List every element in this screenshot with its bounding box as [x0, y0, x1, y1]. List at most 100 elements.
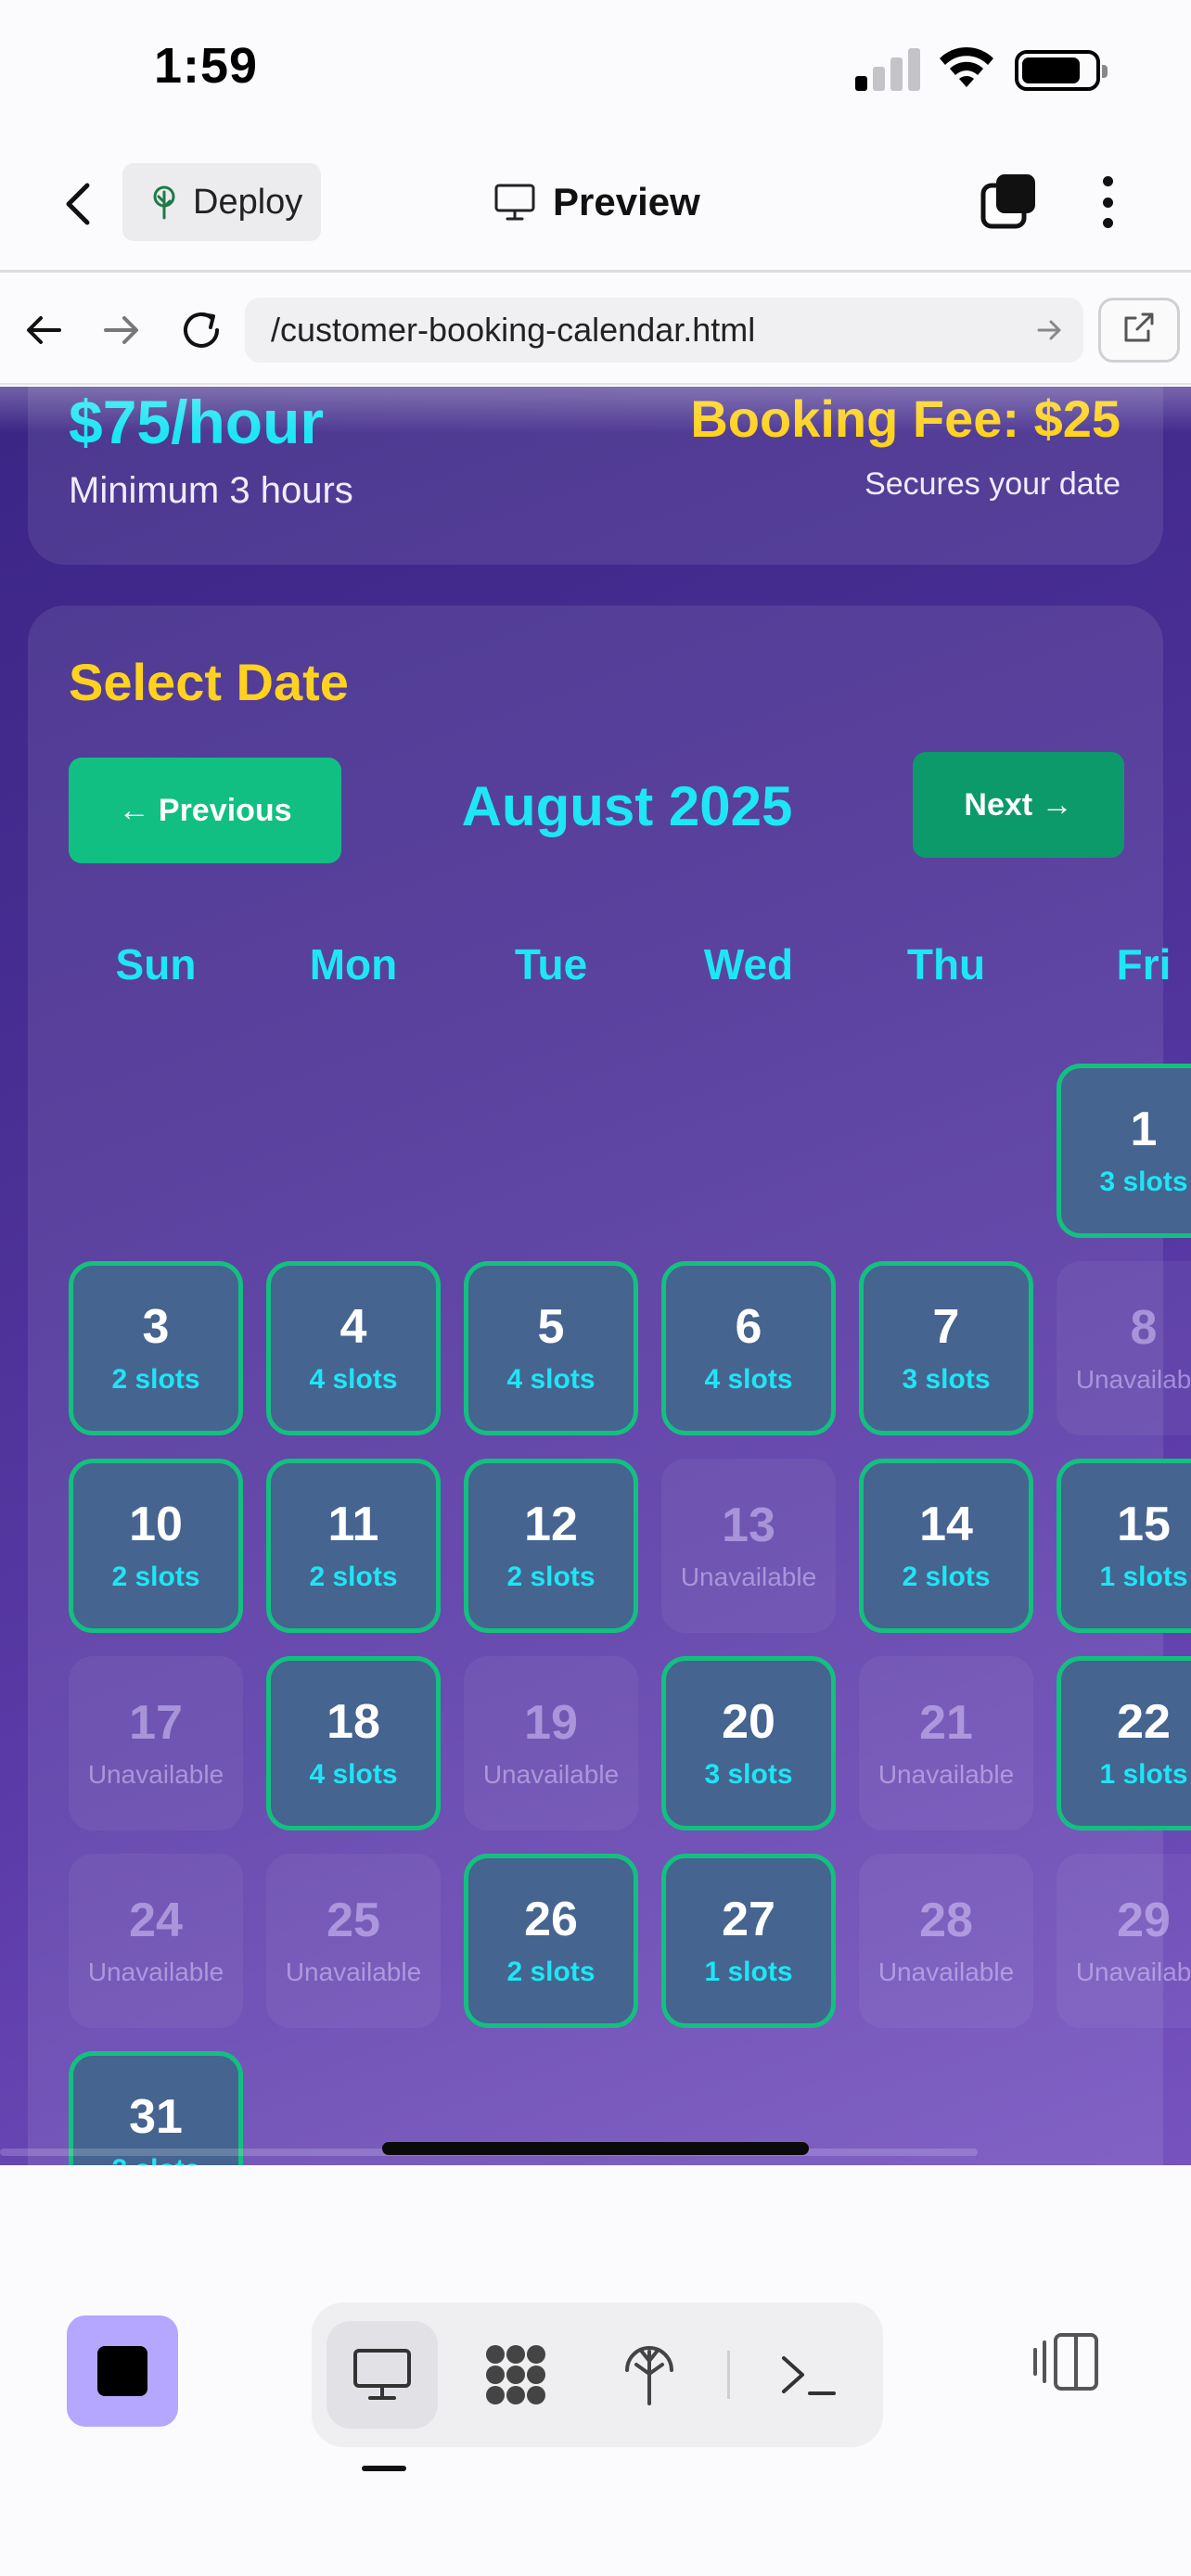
toolbar-divider	[727, 2351, 730, 2399]
day-number: 1	[1130, 1103, 1158, 1156]
reload-icon[interactable]	[174, 303, 228, 357]
day-number: 17	[129, 1696, 183, 1750]
url-field[interactable]: /customer-booking-calendar.html	[245, 298, 1083, 363]
weekday-fri: Fri	[1116, 940, 1172, 988]
minimum-hours: Minimum 3 hours	[69, 470, 353, 511]
unavailable-label: Unavailable	[1075, 1365, 1191, 1394]
calendar-day-3[interactable]: 3 2 slots	[69, 1261, 243, 1435]
day-number: 21	[919, 1696, 973, 1750]
calendar-day-28: 28 Unavailable	[859, 1854, 1033, 2028]
calendar-day-17: 17 Unavailable	[69, 1656, 243, 1830]
day-number: 22	[1117, 1695, 1171, 1749]
weekday-wed: Wed	[703, 940, 794, 988]
unavailable-label: Unavailable	[87, 1760, 224, 1789]
calendar-day-13: 13 Unavailable	[661, 1459, 836, 1633]
view-switcher	[312, 2302, 883, 2447]
calendar-day-7[interactable]: 7 3 slots	[859, 1261, 1033, 1435]
dots-grid-icon	[486, 2345, 545, 2404]
calendar-day-26[interactable]: 26 2 slots	[464, 1854, 638, 2028]
deploy-button[interactable]: Deploy	[122, 163, 321, 241]
hourly-rate: $75/hour	[69, 388, 325, 456]
external-link-icon	[1124, 312, 1154, 342]
day-number: 11	[327, 1498, 379, 1551]
slot-count: 2 slots	[506, 1562, 596, 1592]
panel-toggle-icon	[1033, 2333, 1098, 2391]
unavailable-label: Unavailable	[1075, 1958, 1191, 1986]
monitor-icon	[353, 2349, 411, 2400]
booking-fee-note: Secures your date	[864, 466, 1121, 502]
slot-count: 3 slots	[1099, 1167, 1188, 1197]
calendar-day-10[interactable]: 10 2 slots	[69, 1459, 243, 1633]
pricing-card: $75/hour Minimum 3 hours Booking Fee: $2…	[28, 387, 1163, 565]
slot-count: 2 slots	[902, 1562, 991, 1592]
day-number: 14	[919, 1498, 973, 1551]
calendar-day-4[interactable]: 4 4 slots	[266, 1261, 441, 1435]
apps-view-button[interactable]	[460, 2321, 571, 2429]
day-number: 28	[919, 1894, 973, 1947]
status-bar: 1:59	[0, 0, 1191, 139]
day-number: 25	[327, 1894, 380, 1947]
day-number: 31	[129, 2090, 183, 2144]
calendar-day-11[interactable]: 11 2 slots	[266, 1459, 441, 1633]
calendar-day-6[interactable]: 6 4 slots	[661, 1261, 836, 1435]
home-indicator	[382, 2142, 809, 2155]
calendar-day-14[interactable]: 14 2 slots	[859, 1459, 1033, 1633]
previous-month-button[interactable]: ← Previous	[69, 758, 341, 863]
day-number: 10	[129, 1498, 183, 1551]
slot-count: 3 slots	[704, 1759, 793, 1790]
open-external-button[interactable]	[1098, 298, 1180, 363]
calendar-day-22[interactable]: 22 1 slots	[1057, 1656, 1191, 1830]
slot-count: 4 slots	[704, 1364, 793, 1395]
deploy-label: Deploy	[193, 182, 303, 222]
weekday-thu: Thu	[906, 940, 986, 988]
day-number: 12	[524, 1498, 578, 1551]
calendar-day-27[interactable]: 27 1 slots	[661, 1854, 836, 2028]
chevron-left-icon[interactable]	[52, 176, 108, 232]
calendar-day-15[interactable]: 15 1 slots	[1057, 1459, 1191, 1633]
unavailable-label: Unavailable	[285, 1958, 422, 1986]
deploy-view-button[interactable]	[594, 2321, 705, 2429]
calendar-day-20[interactable]: 20 3 slots	[661, 1656, 836, 1830]
slot-count: 4 slots	[309, 1759, 398, 1790]
slot-count: 4 slots	[506, 1364, 596, 1395]
slot-count: 1 slots	[1099, 1562, 1188, 1592]
month-label: August 2025	[461, 775, 793, 837]
slot-count: 1 slots	[704, 1957, 793, 1987]
tree-icon	[153, 185, 175, 220]
day-number: 13	[722, 1498, 775, 1552]
weekday-sun: Sun	[115, 940, 197, 988]
day-number: 3	[142, 1300, 170, 1354]
day-number: 18	[327, 1695, 380, 1749]
terminal-icon	[782, 2356, 836, 2395]
page-viewport: $75/hour Minimum 3 hours Booking Fee: $2…	[0, 387, 1191, 2165]
stop-button[interactable]	[67, 2315, 178, 2427]
terminal-view-button[interactable]	[753, 2321, 864, 2429]
day-number: 6	[735, 1300, 762, 1354]
monitor-icon	[494, 184, 535, 221]
preview-title: Preview	[493, 172, 700, 232]
preview-view-button[interactable]	[327, 2321, 438, 2429]
weekday-tue: Tue	[514, 940, 588, 988]
calendar-day-19: 19 Unavailable	[464, 1656, 638, 1830]
browser-bar: /customer-booking-calendar.html	[0, 275, 1191, 385]
day-number: 4	[339, 1300, 367, 1354]
day-number: 5	[537, 1300, 565, 1354]
day-number: 7	[932, 1300, 960, 1354]
calendar-day-5[interactable]: 5 4 slots	[464, 1261, 638, 1435]
panel-toggle-button[interactable]	[1030, 2325, 1104, 2399]
calendar-day-12[interactable]: 12 2 slots	[464, 1459, 638, 1633]
more-vertical-icon[interactable]	[1089, 172, 1126, 232]
calendar-day-18[interactable]: 18 4 slots	[266, 1656, 441, 1830]
weekday-mon: Mon	[309, 940, 398, 988]
cellular-signal-icon	[855, 45, 920, 91]
arrow-right-icon[interactable]	[95, 303, 148, 357]
day-number: 20	[722, 1695, 775, 1749]
tabs-icon[interactable]	[980, 172, 1039, 232]
arrow-right-icon[interactable]	[1033, 314, 1065, 346]
arrow-left-icon[interactable]	[17, 303, 70, 357]
preview-label: Preview	[553, 180, 700, 223]
next-month-button[interactable]: Next →	[913, 752, 1124, 858]
status-time: 1:59	[154, 38, 259, 94]
day-number: 29	[1117, 1894, 1171, 1947]
calendar-day-1[interactable]: 1 3 slots	[1057, 1064, 1191, 1238]
